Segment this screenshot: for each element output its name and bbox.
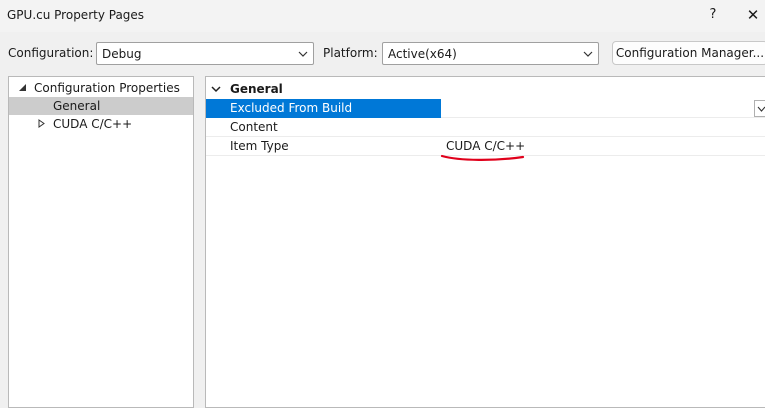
tree-item-label: CUDA C/C++ [53, 117, 133, 131]
configuration-select[interactable]: Debug [96, 42, 314, 65]
tree-item-general[interactable]: General [9, 97, 193, 115]
property-tree: Configuration Properties General CUDA C/… [8, 76, 194, 408]
configuration-manager-button[interactable]: Configuration Manager... [612, 41, 765, 65]
annotation-underline [440, 154, 525, 161]
property-dropdown-button[interactable] [754, 100, 765, 117]
property-name: Content [230, 120, 278, 134]
property-row-excluded-from-build[interactable]: Excluded From Build [206, 99, 765, 118]
property-row-content[interactable]: Content [206, 118, 765, 137]
property-value[interactable] [441, 99, 765, 118]
help-button[interactable]: ? [697, 4, 729, 26]
category-label: General [230, 82, 283, 96]
tree-item-configuration-properties[interactable]: Configuration Properties [9, 79, 193, 97]
property-name: Item Type [230, 139, 289, 153]
platform-select[interactable]: Active(x64) [382, 42, 599, 65]
title-bar: GPU.cu Property Pages ? ✕ [0, 0, 765, 32]
property-value[interactable] [441, 118, 765, 137]
chevron-down-icon[interactable] [211, 85, 221, 93]
platform-select-value: Active(x64) [388, 47, 457, 61]
chevron-down-icon [757, 106, 765, 112]
tree-item-label: General [53, 99, 101, 113]
expanded-triangle-icon[interactable] [18, 83, 27, 92]
chevron-down-icon [298, 51, 308, 57]
chevron-down-icon [583, 51, 593, 57]
tree-item-label: Configuration Properties [34, 81, 180, 95]
tree-item-cuda[interactable]: CUDA C/C++ [9, 115, 193, 133]
platform-label: Platform: [323, 46, 378, 60]
configuration-select-value: Debug [102, 47, 142, 61]
window-title: GPU.cu Property Pages [7, 8, 145, 22]
close-button[interactable]: ✕ [737, 4, 765, 26]
category-general[interactable]: General [206, 79, 765, 99]
collapsed-triangle-icon[interactable] [37, 119, 46, 128]
property-grid: General Excluded From Build Content Item… [205, 76, 765, 408]
configuration-label: Configuration: [8, 46, 94, 60]
property-name: Excluded From Build [206, 99, 441, 118]
